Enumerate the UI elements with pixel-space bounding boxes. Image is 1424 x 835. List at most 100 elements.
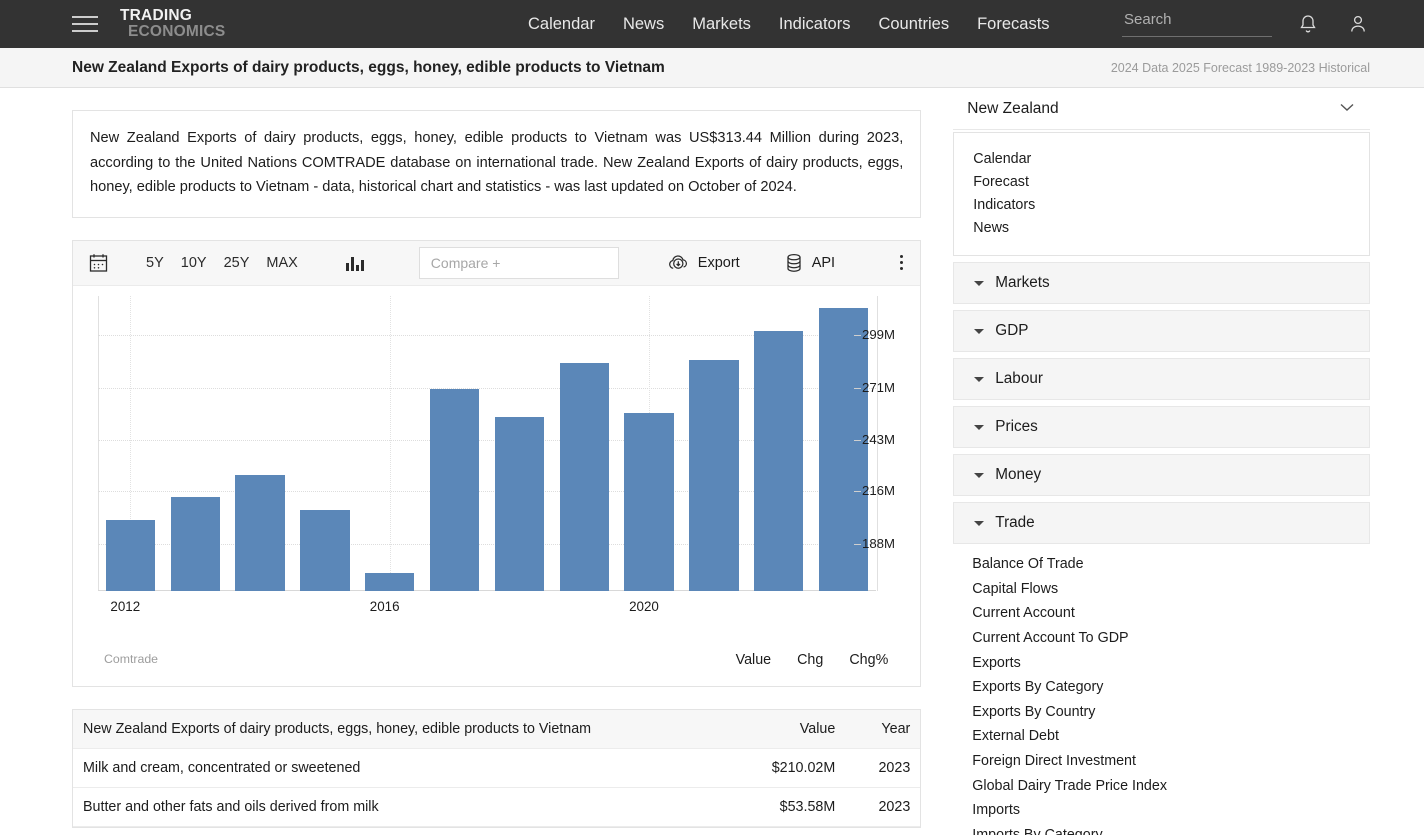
nav-item-calendar[interactable]: Calendar: [528, 15, 595, 34]
chart-y-tick-label: 243M: [862, 432, 895, 448]
compare-input[interactable]: Compare +: [418, 246, 619, 279]
nav-item-forecasts[interactable]: Forecasts: [977, 15, 1049, 34]
top-navigation-bar: TRADING ECONOMICS Calendar News Markets …: [0, 0, 1424, 48]
sidebar-section-label: Markets: [995, 274, 1050, 291]
chart-x-tick-label: 2020: [629, 598, 659, 614]
chart-plot-area[interactable]: [98, 295, 878, 591]
sidebar-trade-item[interactable]: Foreign Direct Investment: [953, 749, 1370, 774]
hamburger-menu-icon[interactable]: [72, 11, 98, 37]
table-header-value: Value: [799, 720, 836, 737]
chart-bar[interactable]: [818, 307, 869, 591]
chart-y-tick: [854, 543, 861, 545]
table-row[interactable]: Butter and other fats and oils derived f…: [73, 788, 921, 827]
description-text: New Zealand Exports of dairy products, e…: [90, 130, 904, 195]
sidebar-trade-item[interactable]: Capital Flows: [953, 577, 1370, 602]
chart-bar[interactable]: [689, 359, 739, 591]
table-header-name: New Zealand Exports of dairy products, e…: [83, 720, 592, 737]
kebab-dot: [900, 255, 904, 258]
calendar-icon[interactable]: [89, 253, 108, 273]
sidebar-trade-item[interactable]: Exports By Country: [953, 700, 1370, 725]
range-25y[interactable]: 25Y: [224, 255, 250, 271]
table-row[interactable]: Milk and cream, concentrated or sweetene…: [73, 749, 921, 788]
sidebar-section-labour[interactable]: Labour: [953, 358, 1370, 400]
sidebar-section-trade[interactable]: Trade: [953, 502, 1370, 544]
chart-bar[interactable]: [365, 572, 415, 591]
chart-type-bars-icon[interactable]: [345, 255, 364, 271]
sidebar-link-news[interactable]: News: [954, 216, 1369, 239]
chart-body: Comtrade Value Chg Chg% 299M 271M 243M 216M…: [73, 286, 920, 686]
nav-item-countries[interactable]: Countries: [878, 15, 949, 34]
legend-chgpct[interactable]: Chg%: [849, 652, 888, 668]
sidebar-section-money[interactable]: Money: [953, 454, 1370, 496]
database-icon: [785, 253, 803, 273]
range-5y[interactable]: 5Y: [146, 255, 164, 271]
page-title: New Zealand Exports of dairy products, e…: [72, 58, 665, 76]
page-body: New Zealand Exports of dairy products, e…: [0, 88, 1424, 835]
chart-source-label: Comtrade: [104, 651, 158, 666]
nav-item-news[interactable]: News: [623, 15, 664, 34]
legend-value[interactable]: Value: [736, 652, 772, 668]
chart-y-tick: [854, 440, 861, 442]
caret-down-icon: [974, 520, 985, 526]
sidebar-country-selector[interactable]: New Zealand: [953, 88, 1370, 130]
sidebar: New Zealand Calendar Forecast Indicators…: [953, 88, 1370, 835]
site-logo[interactable]: TRADING ECONOMICS: [120, 8, 225, 40]
sidebar-trade-item[interactable]: External Debt: [953, 724, 1370, 749]
range-max[interactable]: MAX: [266, 255, 297, 271]
chart-bar[interactable]: [624, 413, 674, 591]
sidebar-trade-item[interactable]: Imports By Category: [953, 823, 1370, 835]
chart-bar[interactable]: [494, 417, 545, 591]
search-input[interactable]: [1122, 11, 1272, 32]
chart-vgridline: [389, 295, 391, 591]
sidebar-link-indicators[interactable]: Indicators: [954, 193, 1369, 216]
legend-chg[interactable]: Chg: [797, 652, 823, 668]
sidebar-trade-item[interactable]: Exports By Category: [953, 675, 1370, 700]
chart-legend: Value Chg Chg%: [736, 652, 889, 668]
page-title-meta: 2024 Data 2025 Forecast 1989-2023 Histor…: [1110, 60, 1370, 75]
logo-line-economics: ECONOMICS: [128, 23, 226, 40]
chart-x-tick-label: 2012: [110, 598, 141, 614]
sidebar-link-calendar[interactable]: Calendar: [954, 147, 1369, 170]
cloud-download-icon: [668, 254, 689, 272]
range-10y[interactable]: 10Y: [181, 255, 207, 271]
chart-bar[interactable]: [235, 474, 285, 591]
chart-bar[interactable]: [300, 509, 350, 591]
caret-down-icon: [974, 280, 985, 286]
table-cell-name: Butter and other fats and oils derived f…: [83, 798, 379, 815]
chart-toolbar: 5Y 10Y 25Y MAX Compare + Export API: [73, 240, 921, 286]
sidebar-section-label: Money: [995, 466, 1042, 483]
chart-y-tick-label: 188M: [862, 535, 895, 551]
nav-item-indicators[interactable]: Indicators: [779, 15, 851, 34]
sidebar-section-markets[interactable]: Markets: [953, 262, 1370, 304]
chart-bar[interactable]: [429, 389, 480, 591]
sidebar-link-forecast[interactable]: Forecast: [954, 170, 1369, 193]
nav-item-markets[interactable]: Markets: [692, 15, 751, 34]
sidebar-section-label: GDP: [995, 322, 1029, 339]
sidebar-section-gdp[interactable]: GDP: [953, 310, 1370, 352]
sidebar-trade-item[interactable]: Imports: [953, 798, 1370, 823]
search-box[interactable]: [1122, 11, 1272, 37]
chart-bar[interactable]: [559, 362, 609, 591]
export-button[interactable]: Export: [668, 254, 740, 272]
sidebar-section-label: Trade: [995, 514, 1035, 531]
chart-bar[interactable]: [754, 330, 804, 591]
chart-y-tick: [854, 490, 861, 492]
user-account-icon[interactable]: [1348, 13, 1368, 40]
caret-down-icon: [974, 424, 985, 430]
chart-bar[interactable]: [170, 496, 220, 591]
api-button[interactable]: API: [785, 253, 835, 273]
sidebar-trade-item[interactable]: Exports: [953, 650, 1370, 675]
sidebar-trade-item[interactable]: Balance Of Trade: [953, 552, 1370, 577]
chevron-down-icon: [1338, 100, 1356, 118]
sidebar-section-prices[interactable]: Prices: [953, 406, 1370, 448]
sidebar-trade-item[interactable]: Current Account To GDP: [953, 626, 1370, 651]
chart-bar[interactable]: [105, 519, 156, 591]
sidebar-trade-item[interactable]: Current Account: [953, 601, 1370, 626]
table-cell-name: Milk and cream, concentrated or sweetene…: [83, 759, 361, 776]
chart-more-options-icon[interactable]: [900, 252, 904, 273]
chart-x-tick-label: 2016: [369, 598, 400, 614]
table-cell-value: $210.02M: [771, 759, 836, 776]
page-title-bar: New Zealand Exports of dairy products, e…: [0, 48, 1424, 88]
notifications-bell-icon[interactable]: [1298, 13, 1318, 40]
sidebar-trade-item[interactable]: Global Dairy Trade Price Index: [953, 773, 1370, 798]
